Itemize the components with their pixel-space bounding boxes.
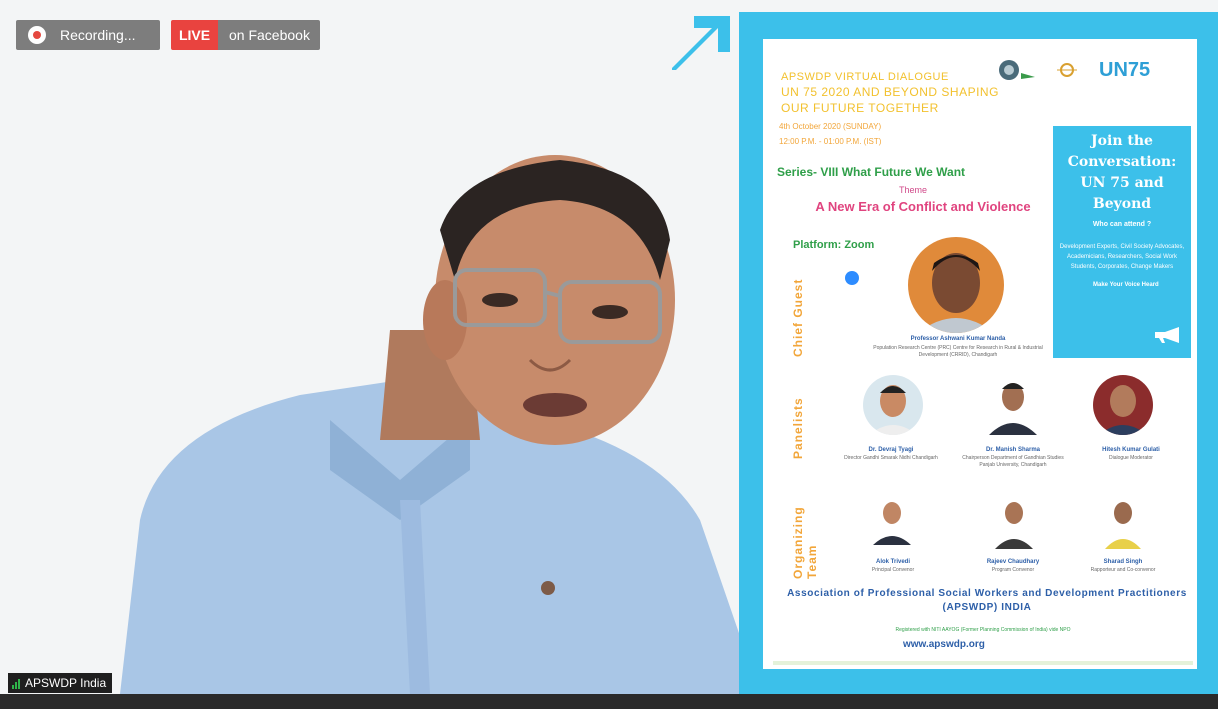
poster-side-box: Join the Conversation: UN 75 and Beyond … — [1053, 126, 1191, 358]
poster-content: APSWDP VIRTUAL DIALOGUE UN 75 2020 AND B… — [763, 39, 1197, 669]
organizer-2-name: Rajeev Chaudhary — [986, 559, 1040, 565]
poster-footer-strip — [773, 661, 1193, 665]
poster-theme-label: Theme — [899, 185, 928, 195]
organizer-2-desc: Program Convenor — [991, 567, 1035, 573]
poster-title-line2: OUR FUTURE TOGETHER — [781, 101, 939, 115]
participant-name-tag: APSWDP India — [8, 673, 113, 693]
globe-logo-icon — [999, 60, 1035, 80]
side-box-audience: Development Experts, Civil Society Advoc… — [1059, 244, 1185, 270]
side-box-who: Who can attend ? — [1092, 221, 1152, 228]
poster-org: APSWDP VIRTUAL DIALOGUE — [781, 71, 949, 83]
organizer-1-name: Alok Trivedi — [875, 559, 910, 565]
panelist-3-photo — [1093, 375, 1153, 435]
panelist-2-desc: Chairperson Department of Gandhian Studi… — [962, 455, 1064, 468]
side-box-voice: Make Your Voice Heard — [1093, 282, 1159, 288]
panelist-3-name: Hitesh Kumar Gulati — [1102, 447, 1160, 453]
poster-association: Association of Professional Social Worke… — [787, 588, 1187, 613]
organizer-2-photo — [993, 495, 1035, 549]
section-organizing: Organizing Team — [791, 506, 819, 579]
organizer-3-name: Sharad Singh — [1103, 559, 1143, 565]
chief-guest-photo — [908, 237, 1004, 333]
shared-poster: APSWDP VIRTUAL DIALOGUE UN 75 2020 AND B… — [739, 12, 1218, 694]
chief-guest-name: Professor Ashwani Kumar Nanda — [910, 336, 1006, 342]
poster-platform: Platform: Zoom — [793, 239, 875, 251]
participant-name: APSWDP India — [25, 676, 107, 690]
poster-series: Series- VIII What Future We Want — [777, 165, 966, 179]
megaphone-icon — [1155, 327, 1179, 343]
panelist-2-photo — [985, 375, 1041, 435]
organizer-3-desc: Rapporteur and Co-convenor — [1090, 567, 1156, 573]
live-target-label: on Facebook — [218, 20, 320, 50]
organizer-1-desc: Principal Convenor — [871, 567, 915, 573]
live-badge: LIVE — [171, 20, 218, 50]
speaker-video — [120, 155, 760, 694]
signal-bars-icon — [12, 678, 21, 689]
panelist-1-name: Dr. Devraj Tyagi — [868, 447, 914, 453]
panelist-1-desc: Director Gandhi Smarak Nidhi Chandigarh — [844, 455, 938, 461]
poster-time: 12:00 P.M. - 01:00 P.M. (IST) — [779, 137, 882, 146]
arrow-logo-icon — [672, 16, 730, 70]
recording-label: Recording... — [60, 27, 136, 43]
panelist-1-photo — [863, 375, 923, 435]
panelist-3-desc: Dialogue Moderator — [1109, 455, 1153, 461]
live-stream-indicator[interactable]: LIVE on Facebook — [171, 20, 320, 50]
emblem-logo-icon — [1057, 63, 1077, 77]
poster-title-line1: UN 75 2020 AND BEYOND SHAPING — [781, 85, 999, 99]
un75-logo: UN75 — [1099, 59, 1151, 81]
meeting-toolbar — [0, 694, 1218, 709]
organizer-3-photo — [1103, 495, 1143, 549]
panelist-2-name: Dr. Manish Sharma — [985, 447, 1041, 453]
cloud-record-icon — [28, 26, 46, 44]
poster-date: 4th October 2020 (SUNDAY) — [779, 122, 882, 131]
chief-guest-desc: Population Research Centre (PRC) Centre … — [873, 345, 1043, 358]
poster-theme-title: A New Era of Conflict and Violence — [815, 199, 1031, 214]
recording-indicator[interactable]: Recording... — [16, 20, 160, 50]
poster-website: www.apswdp.org — [903, 639, 985, 650]
zoom-icon — [845, 271, 859, 285]
section-chief-guest: Chief Guest — [791, 278, 805, 357]
video-feed: Recording... LIVE on Facebook APSWDP VIR… — [0, 0, 1218, 694]
section-panelists: Panelists — [791, 397, 805, 459]
poster-registration: Registered with NITI AAYOG (Former Plann… — [895, 627, 1071, 633]
organizer-1-photo — [871, 495, 913, 545]
side-box-title: Join the Conversation: UN 75 and Beyond — [1067, 133, 1177, 212]
